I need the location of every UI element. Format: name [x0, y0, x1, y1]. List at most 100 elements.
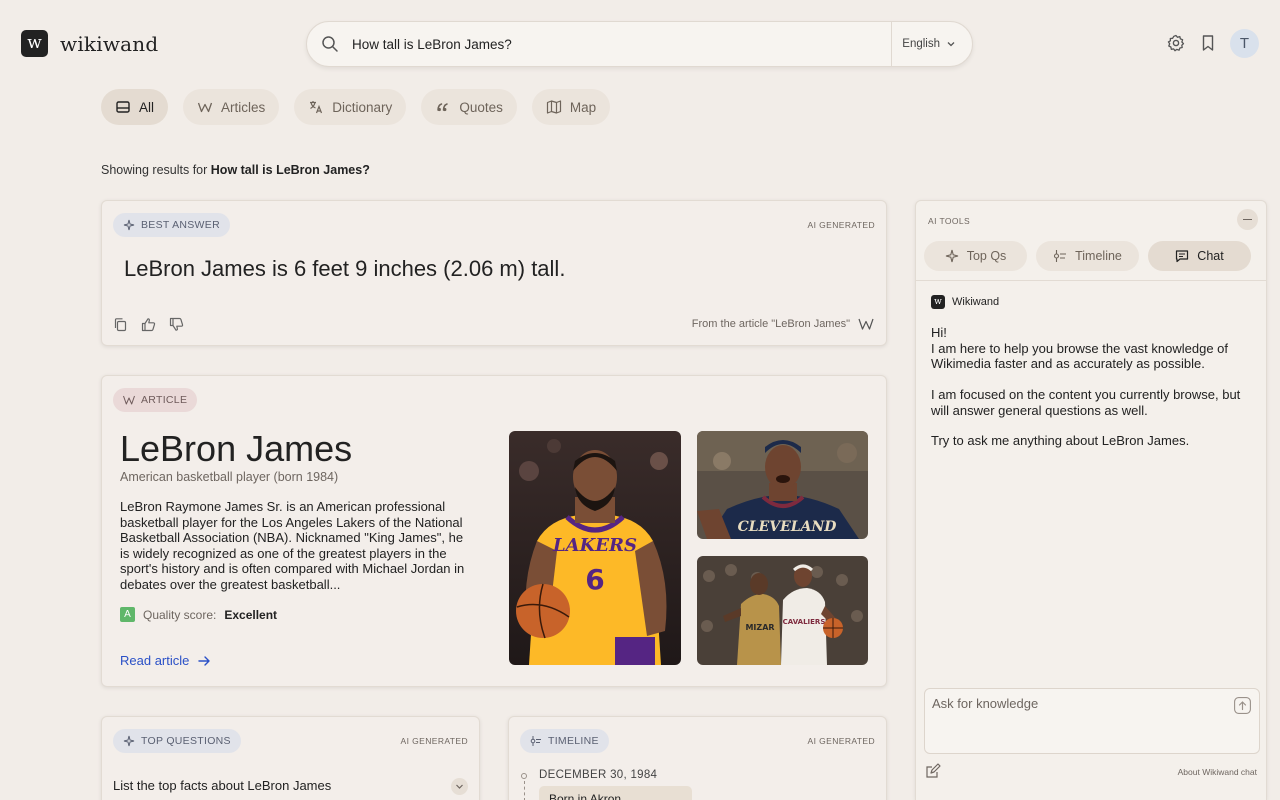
ai-generated-label: AI GENERATED: [808, 220, 875, 230]
tab-top-qs[interactable]: Top Qs: [924, 241, 1027, 271]
timeline-icon: [1053, 249, 1067, 263]
read-article-link[interactable]: Read article: [120, 653, 211, 668]
search-icon: [321, 35, 339, 53]
wikipedia-w-icon: [858, 318, 874, 330]
answer-actions: [113, 317, 184, 332]
logo-mark-icon: w: [21, 30, 48, 57]
map-icon: [546, 99, 562, 115]
question-item[interactable]: List the top facts about LeBron James: [113, 778, 331, 793]
article-title[interactable]: LeBron James: [120, 428, 352, 470]
svg-text:CLEVELAND: CLEVELAND: [738, 519, 838, 535]
tab-dictionary[interactable]: Dictionary: [294, 89, 406, 125]
tab-label: Quotes: [459, 100, 503, 115]
gear-icon[interactable]: [1166, 33, 1186, 53]
results-summary: Showing results for How tall is LeBron J…: [101, 163, 370, 177]
tab-label: Dictionary: [332, 100, 392, 115]
top-questions-badge: TOP QUESTIONS: [113, 729, 241, 753]
wikiwand-logo[interactable]: w wikiwand: [21, 30, 158, 57]
brand-name: wikiwand: [60, 32, 158, 56]
ai-tools-tabs: Top Qs Timeline Chat: [924, 241, 1251, 271]
ai-generated-label: AI GENERATED: [808, 736, 875, 746]
best-answer-text: LeBron James is 6 feet 9 inches (2.06 m)…: [124, 256, 565, 282]
search-bar: English: [306, 21, 973, 67]
results-query: How tall is LeBron James?: [211, 163, 370, 177]
timeline-line: [524, 781, 525, 800]
timeline-dot: [521, 773, 527, 779]
timeline-event-label: Born in Akron: [549, 792, 621, 800]
chat-message: Try to ask me anything about LeBron Jame…: [931, 433, 1251, 449]
quality-label: Quality score:: [143, 608, 216, 622]
sparkle-icon: [123, 219, 135, 231]
search-input[interactable]: [352, 37, 891, 52]
tab-articles[interactable]: Articles: [183, 89, 279, 125]
thumbs-down-icon[interactable]: [169, 317, 184, 332]
wikipedia-w-icon: [197, 99, 213, 115]
translate-icon: [308, 99, 324, 115]
send-icon[interactable]: [1234, 697, 1251, 714]
chat-icon: [1175, 249, 1189, 263]
sparkle-icon: [123, 735, 135, 747]
timeline-badge: TIMELINE: [520, 729, 609, 753]
minimize-icon[interactable]: [1237, 209, 1258, 230]
chat-input[interactable]: [932, 696, 1222, 746]
wikipedia-w-icon: [123, 394, 135, 406]
tab-label: Articles: [221, 100, 265, 115]
timeline-date: DECEMBER 30, 1984: [539, 769, 657, 781]
language-label: English: [902, 38, 940, 50]
svg-text:MIZAR: MIZAR: [745, 623, 774, 632]
chat-message: Hi! I am here to help you browse the vas…: [931, 325, 1251, 372]
copy-icon[interactable]: [113, 317, 128, 332]
tab-timeline[interactable]: Timeline: [1036, 241, 1139, 271]
timeline-event[interactable]: Born in Akron: [539, 786, 692, 800]
quote-icon: [435, 99, 451, 115]
bot-name: Wikiwand: [952, 296, 999, 308]
svg-text:LAKERS: LAKERS: [552, 535, 637, 556]
about-chat-link[interactable]: About Wikiwand chat: [1178, 767, 1257, 777]
read-article-label: Read article: [120, 653, 189, 668]
ai-generated-label: AI GENERATED: [401, 736, 468, 746]
language-selector[interactable]: English: [891, 21, 972, 67]
tab-quotes[interactable]: Quotes: [421, 89, 517, 125]
article-description: LeBron Raymone James Sr. is an American …: [120, 499, 470, 592]
svg-text:6: 6: [585, 563, 604, 596]
thumbs-up-icon[interactable]: [141, 317, 156, 332]
timeline-card: TIMELINE AI GENERATED DECEMBER 30, 1984 …: [508, 716, 887, 800]
lebron-game-action-photo[interactable]: MIZAR CAVALIERS: [697, 556, 868, 665]
user-avatar[interactable]: T: [1230, 29, 1259, 58]
svg-text:CAVALIERS: CAVALIERS: [783, 618, 826, 626]
chevron-down-icon[interactable]: [451, 778, 468, 795]
answer-source[interactable]: From the article "LeBron James": [692, 318, 874, 330]
arrow-right-icon: [197, 654, 211, 668]
timeline-icon: [530, 735, 542, 747]
article-card: ARTICLE LeBron James American basketball…: [101, 375, 887, 687]
tab-chat[interactable]: Chat: [1148, 241, 1251, 271]
quality-value: Excellent: [224, 608, 277, 622]
quality-score: A Quality score: Excellent: [120, 607, 277, 622]
answer-source-label: From the article "LeBron James": [692, 318, 850, 330]
sparkle-icon: [945, 249, 959, 263]
bookmark-icon[interactable]: [1198, 33, 1218, 53]
lebron-cavaliers-photo[interactable]: CLEVELAND: [697, 431, 868, 539]
tab-all[interactable]: All: [101, 89, 168, 125]
ai-tools-panel: AI TOOLS Top Qs Timeline Chat w Wikiwand…: [915, 200, 1267, 800]
tab-map[interactable]: Map: [532, 89, 610, 125]
layout-icon: [115, 99, 131, 115]
best-answer-badge: BEST ANSWER: [113, 213, 230, 237]
wikiwand-logo-icon: w: [931, 295, 945, 309]
lebron-lakers-photo[interactable]: LAKERS 6: [509, 431, 681, 665]
chevron-down-icon: [946, 39, 956, 49]
tab-label: All: [139, 100, 154, 115]
top-questions-card: TOP QUESTIONS AI GENERATED List the top …: [101, 716, 480, 800]
search-category-tabs: All Articles Dictionary Quotes Map: [101, 89, 610, 125]
divider: [916, 280, 1266, 281]
article-subtitle: American basketball player (born 1984): [120, 470, 338, 484]
quality-grade-badge: A: [120, 607, 135, 622]
article-badge: ARTICLE: [113, 388, 197, 412]
new-chat-icon[interactable]: [925, 763, 941, 779]
bot-identity: w Wikiwand: [931, 295, 999, 309]
chat-input-box: [924, 688, 1260, 754]
chat-message: I am focused on the content you currentl…: [931, 387, 1251, 418]
best-answer-card: BEST ANSWER AI GENERATED LeBron James is…: [101, 200, 887, 346]
ai-tools-title: AI TOOLS: [928, 216, 970, 226]
tab-label: Map: [570, 100, 596, 115]
